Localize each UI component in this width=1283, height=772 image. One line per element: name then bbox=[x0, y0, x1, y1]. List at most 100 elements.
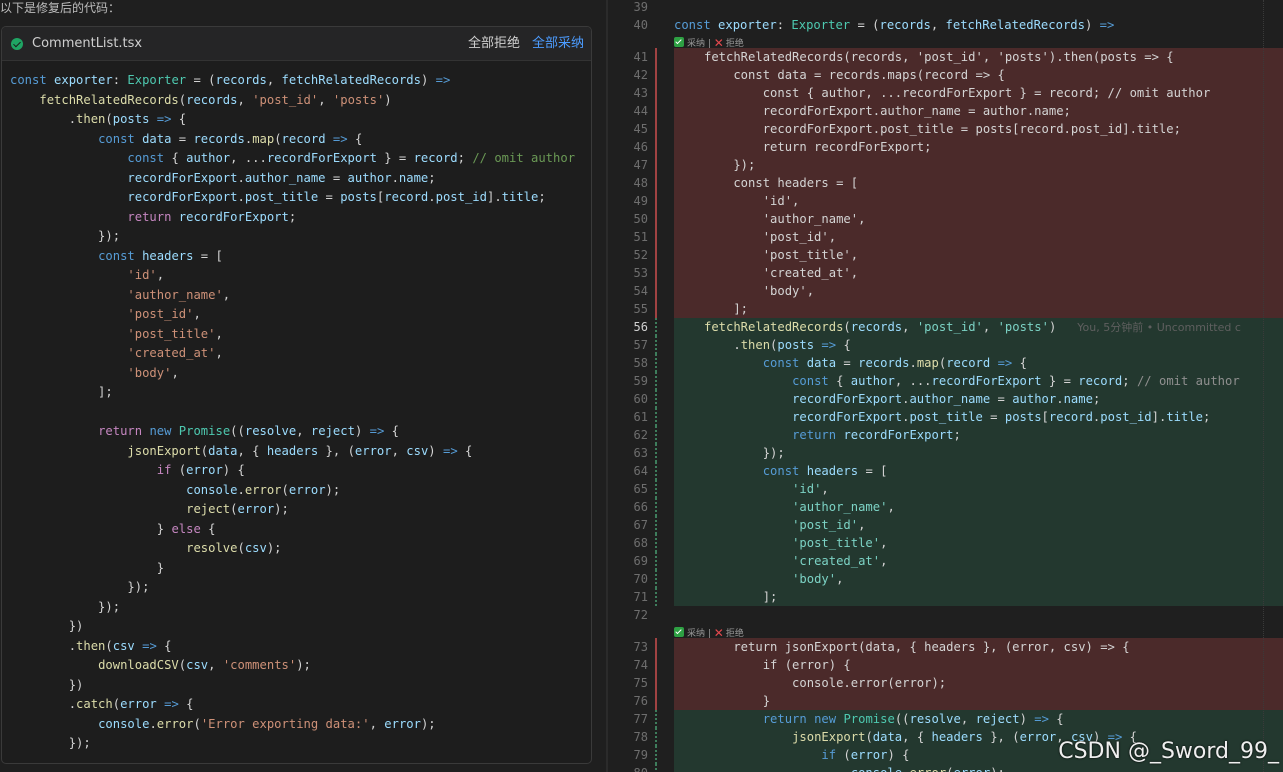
code-line[interactable]: return recordForExport; bbox=[674, 426, 1283, 444]
accept-check-icon[interactable] bbox=[674, 37, 684, 47]
code-line[interactable]: return new Promise((resolve, reject) => … bbox=[674, 710, 1283, 728]
code-token: resolve bbox=[186, 541, 238, 555]
code-token: const bbox=[792, 374, 837, 388]
code-token: ) bbox=[354, 424, 370, 438]
code-line[interactable]: const { author, ...recordForExport } = r… bbox=[674, 372, 1283, 390]
code-line[interactable]: recordForExport.post_title = posts[recor… bbox=[674, 120, 1283, 138]
code-token: , bbox=[391, 443, 407, 458]
code-token: { bbox=[836, 374, 851, 388]
code-line[interactable]: 'created_at', bbox=[674, 552, 1283, 570]
code-token: reject bbox=[186, 502, 231, 516]
diff-row: 54 'body', bbox=[608, 282, 1283, 300]
code-token: , bbox=[215, 346, 223, 360]
reject-all-button[interactable]: 全部拒绝 bbox=[468, 36, 520, 52]
code-token: map bbox=[252, 131, 275, 146]
code-token: csv bbox=[244, 541, 267, 555]
code-token: new bbox=[814, 712, 844, 726]
code-token: , bbox=[930, 18, 946, 32]
code-token: . bbox=[237, 482, 245, 497]
gutter-change-marker bbox=[655, 764, 657, 772]
code-token: error bbox=[244, 482, 282, 497]
code-token: , bbox=[156, 268, 165, 282]
code-line[interactable]: recordForExport.author_name = author.nam… bbox=[674, 390, 1283, 408]
code-line[interactable]: const exporter: Exporter = (records, fet… bbox=[674, 16, 1283, 34]
code-line[interactable]: }); bbox=[674, 156, 1283, 174]
code-line[interactable]: console.error(error); bbox=[674, 764, 1283, 772]
code-line[interactable]: } bbox=[674, 692, 1283, 710]
gutter-change-marker bbox=[655, 210, 657, 228]
code-token: 'id' bbox=[127, 268, 157, 282]
code-token: . bbox=[10, 638, 77, 653]
code-token: jsonExport bbox=[127, 443, 201, 458]
editor-pane[interactable]: 39 40 const exporter: Exporter = (records,… bbox=[608, 0, 1283, 772]
diff-row: 73 return jsonExport(data, { headers }, … bbox=[608, 638, 1283, 656]
code-line[interactable]: if (error) { bbox=[674, 656, 1283, 674]
line-number: 41 bbox=[633, 50, 648, 64]
code-line[interactable]: 'author_name', bbox=[674, 210, 1283, 228]
suggested-code-block[interactable]: const exporter: Exporter = (records, fet… bbox=[2, 71, 591, 754]
accept-check-icon[interactable] bbox=[674, 627, 684, 637]
gutter-change-marker bbox=[655, 408, 657, 426]
code-line[interactable]: 'id', bbox=[674, 480, 1283, 498]
code-line[interactable]: 'body', bbox=[674, 282, 1283, 300]
code-line[interactable]: const data = records.maps(record => { bbox=[674, 66, 1283, 84]
code-line[interactable]: 'body', bbox=[674, 570, 1283, 588]
code-line[interactable]: return jsonExport(data, { headers }, (er… bbox=[674, 638, 1283, 656]
code-token: , bbox=[880, 554, 888, 568]
code-line[interactable]: }); bbox=[674, 444, 1283, 462]
code-line[interactable]: 'post_title', bbox=[674, 534, 1283, 552]
line-number: 76 bbox=[633, 694, 648, 708]
file-name[interactable]: CommentList.tsx bbox=[32, 36, 142, 52]
code-line[interactable]: const headers = [ bbox=[674, 462, 1283, 480]
code-token: data bbox=[872, 730, 903, 744]
code-line[interactable]: 'id', bbox=[674, 192, 1283, 210]
line-number: 77 bbox=[633, 712, 648, 726]
code-token: . bbox=[10, 697, 77, 711]
code-line[interactable] bbox=[674, 0, 1283, 16]
code-line[interactable] bbox=[674, 606, 1283, 624]
code-line[interactable]: fetchRelatedRecords(records, 'post_id', … bbox=[674, 318, 1283, 336]
code-token: error bbox=[354, 443, 392, 458]
code-token: Promise bbox=[178, 424, 231, 438]
code-token: records bbox=[193, 131, 245, 146]
code-line[interactable]: const data = records.map(record => { bbox=[674, 354, 1283, 372]
code-line[interactable]: ]; bbox=[674, 300, 1283, 318]
line-number: 79 bbox=[633, 748, 648, 762]
code-token: record bbox=[413, 151, 458, 165]
code-line[interactable]: recordForExport.post_title = posts[recor… bbox=[674, 408, 1283, 426]
code-line[interactable]: 'post_id', bbox=[674, 516, 1283, 534]
code-token: const data = records.maps(record => { bbox=[704, 68, 1005, 82]
code-line[interactable]: const { author, ...recordForExport } = r… bbox=[674, 84, 1283, 102]
code-token: ); bbox=[325, 482, 341, 497]
code-token: const bbox=[762, 464, 807, 478]
code-line[interactable]: .then(posts => { bbox=[674, 336, 1283, 354]
diff-row: 70 'body', bbox=[608, 570, 1283, 588]
code-line[interactable]: 'post_id', bbox=[674, 228, 1283, 246]
code-line[interactable]: fetchRelatedRecords(records, 'post_id', … bbox=[674, 48, 1283, 66]
code-line[interactable]: 'author_name', bbox=[674, 498, 1283, 516]
code-token: , bbox=[887, 500, 895, 514]
diff-row: 55 ]; bbox=[608, 300, 1283, 318]
code-token: const bbox=[98, 248, 143, 263]
code-token: { bbox=[171, 151, 187, 165]
code-line[interactable]: recordForExport.author_name = author.nam… bbox=[674, 102, 1283, 120]
code-line[interactable]: 'created_at', bbox=[674, 264, 1283, 282]
code-line: console.error(error); bbox=[2, 481, 591, 501]
code-token: = bbox=[318, 190, 341, 204]
accept-all-button[interactable]: 全部采纳 bbox=[532, 36, 584, 52]
code-token: 'post_id' bbox=[127, 307, 194, 321]
code-line[interactable]: ]; bbox=[674, 588, 1283, 606]
code-token: { bbox=[156, 638, 172, 653]
gutter-change-marker bbox=[655, 480, 657, 498]
code-line[interactable]: console.error(error); bbox=[674, 674, 1283, 692]
code-token: recordForExport.post_title = posts[recor… bbox=[704, 122, 1181, 136]
code-line[interactable]: return recordForExport; bbox=[674, 138, 1283, 156]
code-line[interactable]: const headers = [ bbox=[674, 174, 1283, 192]
code-line[interactable]: 'post_title', bbox=[674, 246, 1283, 264]
line-number: 73 bbox=[633, 640, 648, 654]
diff-row: 56 fetchRelatedRecords(records, 'post_id'… bbox=[608, 318, 1283, 336]
line-number: 42 bbox=[633, 68, 648, 82]
